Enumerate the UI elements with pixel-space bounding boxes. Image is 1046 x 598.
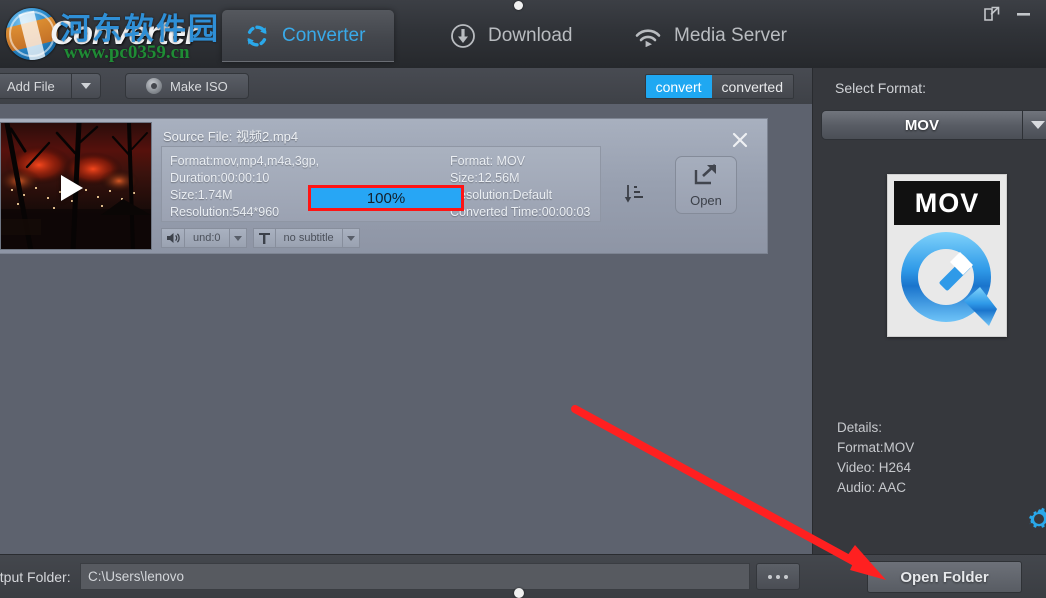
audio-track-select[interactable]: und:0	[161, 228, 247, 248]
open-file-button[interactable]: Open	[675, 156, 737, 214]
bottom-cursor-dot	[514, 588, 524, 598]
remove-file-button[interactable]	[730, 130, 750, 150]
tab-converter[interactable]: Converter	[222, 10, 394, 62]
tab-download[interactable]: Download	[428, 10, 593, 62]
progress-highlight-box: 100%	[308, 185, 464, 211]
file-list-item[interactable]: Source File: 视频2.mp4 Format:mov,mp4,m4a,…	[0, 118, 768, 254]
brand-logo: Converter 河东软件园 www.pc0359.cn	[4, 2, 234, 66]
disc-icon	[146, 78, 162, 94]
select-format-label: Select Format:	[835, 80, 927, 96]
output-folder-input[interactable]: C:\Users\lenovo	[80, 563, 750, 590]
chevron-down-icon	[80, 83, 91, 89]
open-external-icon	[693, 163, 719, 192]
watermark-url: www.pc0359.cn	[64, 42, 190, 63]
text-T-icon	[254, 229, 276, 247]
target-converted-time: Converted Time:00:00:03	[450, 205, 591, 219]
restore-button[interactable]	[981, 3, 1007, 27]
source-format: Format:mov,mp4,m4a,3gp,	[170, 154, 320, 168]
subtitle-track-value: no subtitle	[283, 232, 334, 244]
source-resolution: Resolution:544*960	[170, 205, 280, 219]
title-bar: Converter 河东软件园 www.pc0359.cn Converter	[0, 0, 1046, 69]
tab-download-label: Download	[488, 25, 573, 46]
target-info-column: Format: MOV Size:12.56M Resolution:Defau…	[450, 153, 590, 221]
format-dropdown-button[interactable]	[1021, 110, 1046, 140]
details-video: Video: H264	[837, 460, 912, 475]
open-button-label: Open	[690, 192, 722, 208]
add-file-group: Add File	[0, 73, 101, 99]
tab-media-server[interactable]: Media Server	[612, 10, 817, 62]
source-file-label: Source File:	[163, 129, 233, 144]
tab-converted[interactable]: converted	[711, 75, 793, 98]
app-window: Converter 河东软件园 www.pc0359.cn Converter	[0, 0, 1046, 598]
source-file-name: 视频2.mp4	[236, 129, 299, 144]
chevron-down-icon[interactable]	[341, 229, 359, 247]
file-info-box: Format:mov,mp4,m4a,3gp, Duration:00:00:1…	[161, 146, 643, 222]
target-size: Size:12.56M	[450, 171, 520, 185]
minimize-button[interactable]	[1012, 3, 1038, 27]
tab-media-server-label: Media Server	[674, 25, 787, 46]
top-cursor-dot	[514, 1, 523, 10]
source-info-column: Format:mov,mp4,m4a,3gp, Duration:00:00:1…	[170, 153, 319, 221]
sync-icon	[244, 23, 270, 49]
add-file-label: Add File	[7, 78, 55, 94]
file-card-body: Source File: 视频2.mp4 Format:mov,mp4,m4a,…	[157, 122, 764, 250]
track-controls-row: und:0 no subtitle	[161, 228, 360, 248]
format-value-button[interactable]: MOV	[821, 110, 1022, 140]
chevron-down-icon	[1031, 121, 1046, 129]
subtitle-track-select[interactable]: no subtitle	[252, 228, 360, 248]
action-toolbar: Add File Make ISO convert converted	[0, 68, 812, 105]
file-list-panel: Source File: 视频2.mp4 Format:mov,mp4,m4a,…	[0, 104, 812, 554]
speaker-icon	[162, 229, 185, 247]
details-format: Format:MOV	[837, 440, 915, 455]
open-folder-button[interactable]: Open Folder	[867, 561, 1022, 593]
details-audio: Audio: AAC	[837, 480, 907, 495]
browse-folder-button[interactable]	[756, 563, 800, 590]
make-iso-label: Make ISO	[170, 78, 228, 94]
convert-status-toggle: convert converted	[644, 74, 794, 99]
source-duration: Duration:00:00:10	[170, 171, 270, 185]
format-sidebar: Select Format: MOV MOV Details: Format:M…	[812, 68, 1046, 554]
target-resolution: Resolution:Default	[450, 188, 553, 202]
gear-icon[interactable]	[1025, 505, 1046, 533]
quicktime-mov-file-icon: MOV	[887, 174, 1007, 337]
progress-percent-label: 100%	[366, 189, 406, 207]
format-selector: MOV	[821, 110, 1046, 140]
output-folder-label: utput Folder:	[0, 569, 71, 585]
download-circle-icon	[450, 23, 476, 49]
cast-icon	[634, 25, 662, 48]
chevron-down-icon[interactable]	[228, 229, 246, 247]
tab-converter-label: Converter	[282, 25, 366, 46]
tab-convert[interactable]: convert	[645, 75, 712, 98]
source-size: Size:1.74M	[170, 188, 233, 202]
make-iso-button[interactable]: Make ISO	[125, 73, 249, 99]
audio-track-value: und:0	[193, 232, 221, 244]
details-heading: Details:	[837, 420, 883, 435]
add-file-dropdown-button[interactable]	[70, 73, 101, 99]
mov-icon-label: MOV	[894, 181, 1000, 225]
quicktime-q-glyph	[894, 225, 1000, 330]
source-file-line: Source File: 视频2.mp4	[163, 126, 298, 145]
conversion-progress-bar: 100%	[311, 188, 461, 208]
sort-descending-icon[interactable]	[623, 183, 645, 205]
video-thumbnail[interactable]	[0, 122, 152, 250]
play-icon[interactable]	[61, 175, 83, 201]
format-details: Details: Format:MOV Video: H264 Audio: A…	[837, 418, 914, 498]
add-file-button[interactable]: Add File	[0, 73, 71, 99]
ellipsis-icon	[768, 574, 772, 579]
target-format: Format: MOV	[450, 154, 526, 168]
